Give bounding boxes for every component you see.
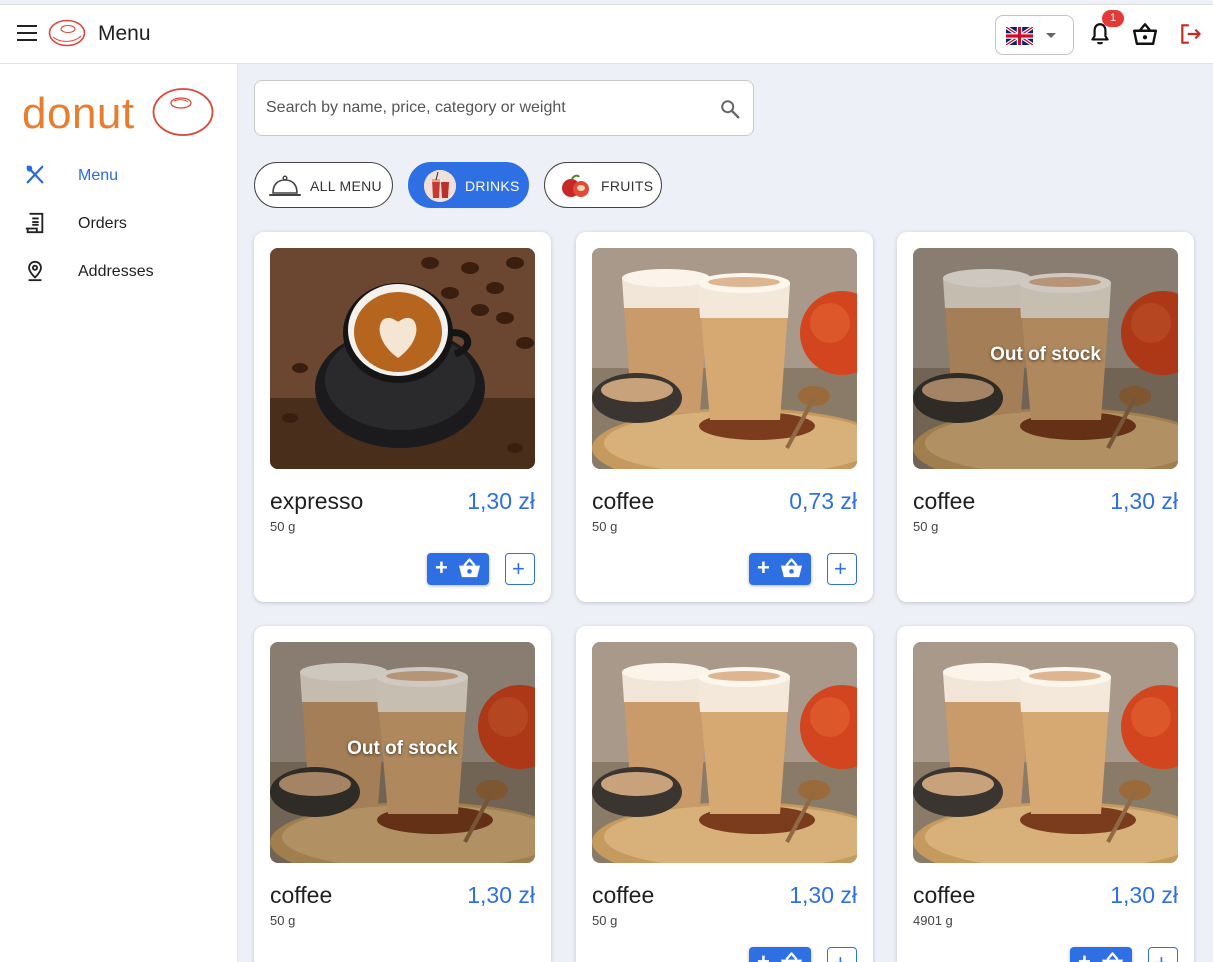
basket-icon bbox=[458, 558, 481, 579]
product-weight: 50 g bbox=[592, 519, 618, 534]
brand-logo[interactable]: donut bbox=[22, 87, 216, 139]
add-to-basket-button[interactable]: + bbox=[427, 553, 489, 585]
donut-logo-icon[interactable] bbox=[48, 18, 86, 48]
product-name: coffee bbox=[592, 882, 655, 908]
out-of-stock-label: Out of stock bbox=[347, 738, 458, 759]
page-title: Menu bbox=[98, 22, 151, 45]
product-price: 1,30 zł bbox=[789, 882, 857, 908]
basket-icon bbox=[780, 952, 803, 962]
add-to-basket-button[interactable]: + bbox=[749, 947, 811, 962]
sidebar-item-menu[interactable]: Menu bbox=[0, 155, 237, 195]
plus-icon: + bbox=[435, 555, 448, 580]
plus-icon: + bbox=[834, 952, 847, 962]
product-weight: 50 g bbox=[913, 519, 939, 534]
product-card[interactable]: coffee 1,30 zł 4901 g + + bbox=[897, 626, 1194, 962]
product-price: 0,73 zł bbox=[789, 488, 857, 514]
cutlery-icon bbox=[26, 165, 44, 184]
product-card[interactable]: expresso 1,30 zł 50 g + + bbox=[254, 232, 551, 602]
apples-icon bbox=[562, 174, 589, 197]
sidebar-item-label: Menu bbox=[78, 167, 119, 184]
product-name: coffee bbox=[592, 488, 655, 514]
search-box bbox=[254, 80, 754, 136]
plus-icon: + bbox=[757, 555, 770, 580]
language-select[interactable] bbox=[995, 15, 1074, 55]
basket-icon bbox=[1101, 952, 1124, 962]
brand-name: donut bbox=[22, 89, 135, 138]
chip-label: FRUITS bbox=[601, 178, 654, 194]
sidebar-item-label: Addresses bbox=[78, 263, 154, 280]
add-button[interactable]: + bbox=[827, 947, 857, 962]
add-to-basket-button[interactable]: + bbox=[749, 553, 811, 585]
sidebar: donut Menu Orders Addresses bbox=[0, 64, 238, 962]
product-name: expresso bbox=[270, 488, 364, 514]
product-image bbox=[270, 248, 535, 469]
plus-icon: + bbox=[1155, 952, 1168, 962]
add-button[interactable]: + bbox=[1148, 947, 1178, 962]
product-weight: 50 g bbox=[270, 913, 296, 928]
product-weight: 50 g bbox=[270, 519, 296, 534]
receipt-icon bbox=[25, 212, 44, 234]
product-price: 1,30 zł bbox=[467, 882, 535, 908]
product-price: 1,30 zł bbox=[467, 488, 535, 514]
logout-icon[interactable] bbox=[1178, 21, 1204, 47]
plus-icon: + bbox=[1078, 949, 1091, 962]
sidebar-item-addresses[interactable]: Addresses bbox=[0, 251, 237, 291]
plus-icon: + bbox=[512, 556, 525, 581]
cloche-icon bbox=[269, 175, 301, 196]
product-weight: 50 g bbox=[592, 913, 618, 928]
drinks-icon bbox=[424, 170, 456, 202]
category-chip-all-menu[interactable]: ALL MENU bbox=[254, 162, 393, 208]
product-weight: 4901 g bbox=[913, 913, 953, 928]
top-app-bar: Menu 1 bbox=[0, 4, 1213, 64]
category-chip-drinks[interactable]: DRINKS bbox=[408, 162, 529, 208]
search-icon[interactable] bbox=[719, 98, 741, 120]
search-input[interactable] bbox=[266, 95, 706, 121]
notification-badge: 1 bbox=[1102, 10, 1124, 27]
product-image: Out of stock bbox=[270, 642, 535, 863]
basket-icon bbox=[780, 558, 803, 579]
plus-icon: + bbox=[757, 949, 770, 962]
menu-icon[interactable] bbox=[17, 25, 37, 41]
product-price: 1,30 zł bbox=[1110, 488, 1178, 514]
add-button[interactable]: + bbox=[505, 553, 535, 585]
basket-icon[interactable] bbox=[1132, 21, 1158, 47]
product-price: 1,30 zł bbox=[1110, 882, 1178, 908]
product-card[interactable]: coffee 1,30 zł 50 g + + bbox=[576, 626, 873, 962]
product-card[interactable]: Out of stock coffee 1,30 zł 50 g bbox=[254, 626, 551, 962]
product-card[interactable]: coffee 0,73 zł 50 g + + bbox=[576, 232, 873, 602]
sidebar-item-label: Orders bbox=[78, 215, 127, 232]
add-button[interactable]: + bbox=[827, 553, 857, 585]
add-to-basket-button[interactable]: + bbox=[1070, 947, 1132, 962]
product-image: Out of stock bbox=[913, 248, 1178, 469]
donut-logo-icon bbox=[152, 88, 214, 136]
product-card[interactable]: Out of stock coffee 1,30 zł 50 g bbox=[897, 232, 1194, 602]
product-image bbox=[913, 642, 1178, 863]
product-name: coffee bbox=[913, 488, 976, 514]
product-name: coffee bbox=[913, 882, 976, 908]
uk-flag-icon bbox=[1006, 27, 1033, 45]
sidebar-item-orders[interactable]: Orders bbox=[0, 203, 237, 243]
out-of-stock-label: Out of stock bbox=[990, 344, 1101, 365]
product-image bbox=[592, 248, 857, 469]
chip-label: DRINKS bbox=[465, 178, 520, 194]
chevron-down-icon bbox=[1046, 33, 1056, 38]
product-image bbox=[592, 642, 857, 863]
chip-label: ALL MENU bbox=[310, 178, 382, 194]
category-chip-fruits[interactable]: FRUITS bbox=[544, 162, 662, 208]
plus-icon: + bbox=[834, 556, 847, 581]
product-name: coffee bbox=[270, 882, 333, 908]
location-pin-icon bbox=[28, 260, 42, 282]
